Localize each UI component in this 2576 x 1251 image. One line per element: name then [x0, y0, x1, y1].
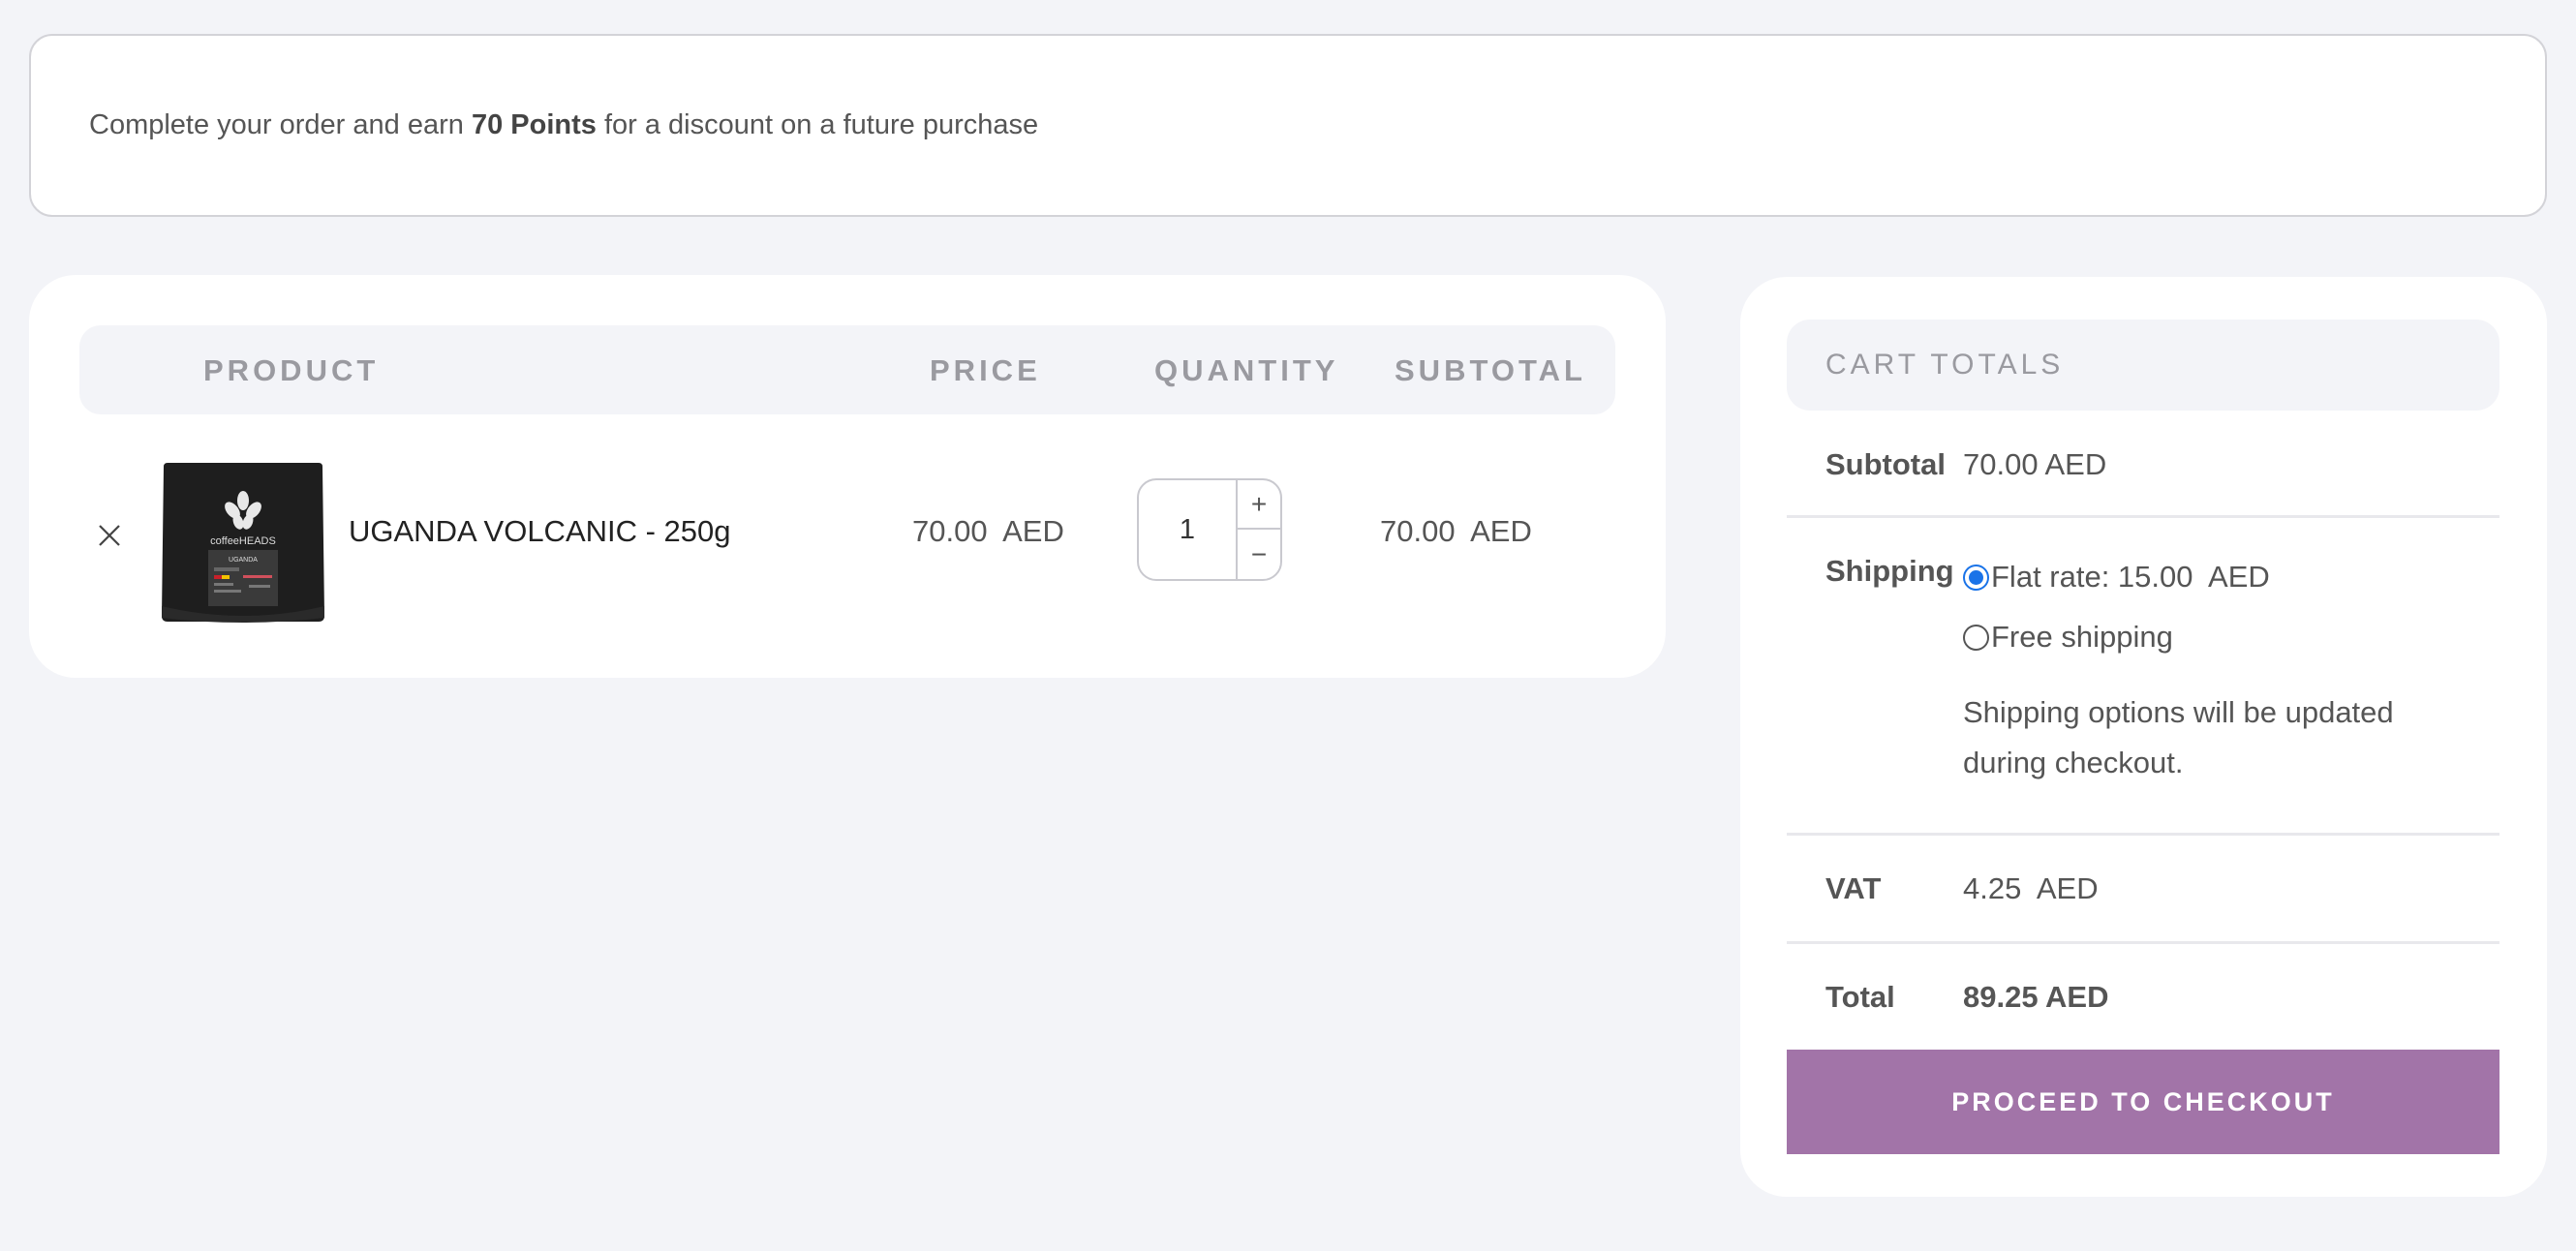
thumbnail-label: UGANDA: [229, 557, 258, 564]
header-subtotal: SUBTOTAL: [1395, 353, 1586, 387]
cart-item-row: coffeeHEADS UGANDA UGANDA VOLCANIC - 250…: [29, 449, 1666, 624]
quantity-increase-button[interactable]: +: [1238, 480, 1280, 530]
subtotal-value: 70.00 AED: [1963, 447, 2107, 481]
notice-points: 70 Points: [471, 109, 597, 140]
item-subtotal: 70.00 AED: [1380, 514, 1532, 548]
proceed-to-checkout-button[interactable]: PROCEED TO CHECKOUT: [1787, 1050, 2499, 1154]
shipping-option-label: Free shipping: [1991, 620, 2173, 654]
shipping-option-flat-rate[interactable]: Flat rate: 15.00 AED: [1963, 560, 2270, 595]
shipping-note: Shipping options will be updated during …: [1963, 695, 2394, 779]
cart-totals-title: CART TOTALS: [1787, 320, 2499, 411]
cart-table: PRODUCT PRICE QUANTITY SUBTOTAL coffeeHE…: [29, 275, 1666, 678]
notice-prefix: Complete your order and earn: [89, 109, 472, 140]
total-value: 89.25 AED: [1963, 980, 2109, 1014]
close-icon[interactable]: [95, 521, 124, 550]
divider: [1787, 833, 2499, 836]
thumbnail-brand: coffeeHEADS: [210, 535, 276, 547]
item-price: 70.00 AED: [912, 514, 1064, 548]
quantity-input[interactable]: 1: [1139, 480, 1238, 579]
header-quantity: QUANTITY: [1154, 353, 1339, 387]
cart-totals: CART TOTALS Subtotal 70.00 AED Shipping …: [1740, 277, 2547, 1197]
header-price: PRICE: [930, 353, 1041, 387]
cart-table-header: PRODUCT PRICE QUANTITY SUBTOTAL: [79, 325, 1615, 414]
vat-label: VAT: [1825, 871, 1882, 905]
shipping-option-free[interactable]: Free shipping: [1963, 620, 2173, 655]
quantity-decrease-button[interactable]: −: [1238, 530, 1280, 579]
points-notice: Complete your order and earn 70 Points f…: [29, 34, 2547, 217]
shipping-label: Shipping: [1825, 554, 1954, 588]
vat-value: 4.25 AED: [1963, 871, 2099, 905]
quantity-stepper: 1 + −: [1137, 478, 1282, 581]
notice-suffix: for a discount on a future purchase: [596, 109, 1039, 140]
divider: [1787, 941, 2499, 944]
divider: [1787, 515, 2499, 518]
shipping-option-label: Flat rate: 15.00 AED: [1991, 560, 2270, 594]
radio-checked-icon[interactable]: [1963, 564, 1989, 591]
product-thumbnail[interactable]: coffeeHEADS UGANDA: [160, 461, 326, 624]
header-product: PRODUCT: [203, 353, 380, 387]
subtotal-label: Subtotal: [1825, 447, 1946, 481]
total-label: Total: [1825, 980, 1895, 1014]
radio-unchecked-icon[interactable]: [1963, 624, 1989, 651]
product-name-link[interactable]: UGANDA VOLCANIC - 250g: [349, 514, 731, 549]
